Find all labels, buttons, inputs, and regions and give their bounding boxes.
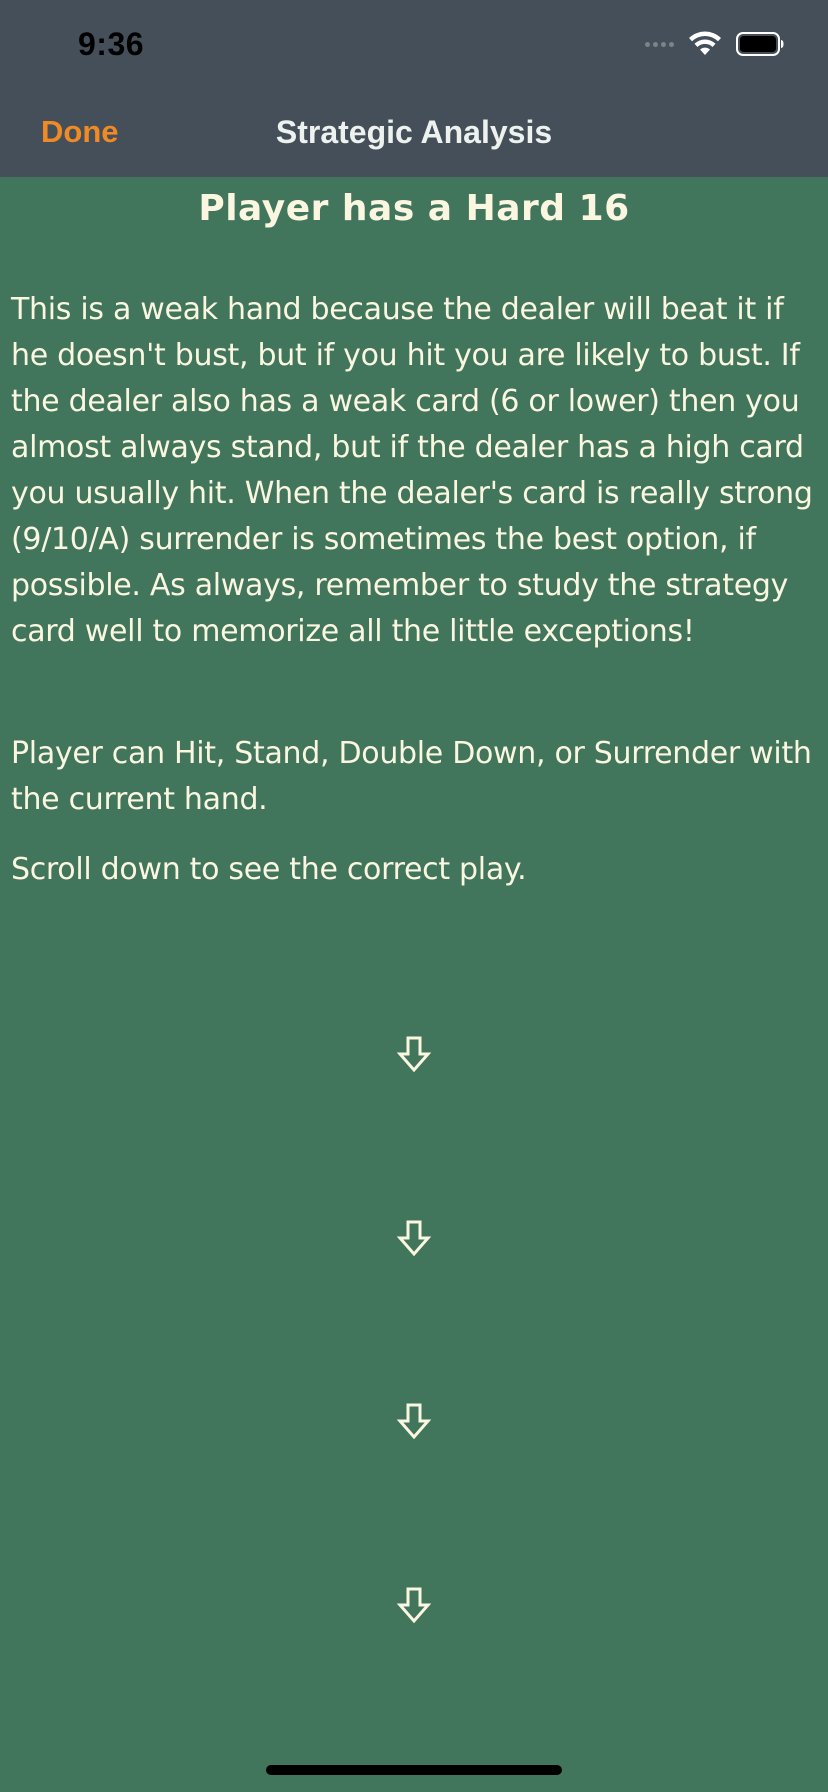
analysis-paragraph: This is a weak hand because the dealer w… (11, 292, 813, 649)
available-actions-paragraph: Player can Hit, Stand, Double Down, or S… (11, 736, 812, 817)
down-arrow-icon (396, 1220, 432, 1257)
cellular-signal-icon (645, 41, 674, 47)
analysis-content[interactable]: Player has a Hard 16 This is a weak hand… (0, 177, 828, 887)
battery-icon (736, 32, 784, 56)
wifi-icon (689, 31, 721, 55)
down-arrow-icon (396, 1036, 432, 1073)
page-title: Strategic Analysis (275, 114, 553, 150)
status-icons (645, 28, 784, 60)
home-indicator[interactable] (266, 1765, 562, 1775)
hand-heading: Player has a Hard 16 (198, 188, 630, 229)
down-arrow-icon (396, 1587, 432, 1624)
scroll-hint: Scroll down to see the correct play. (11, 852, 527, 887)
down-arrow-icon (396, 1403, 432, 1440)
status-time: 9:36 (78, 26, 145, 62)
navigation-bar: 9:36 Done Strategic Analysis (0, 0, 828, 177)
